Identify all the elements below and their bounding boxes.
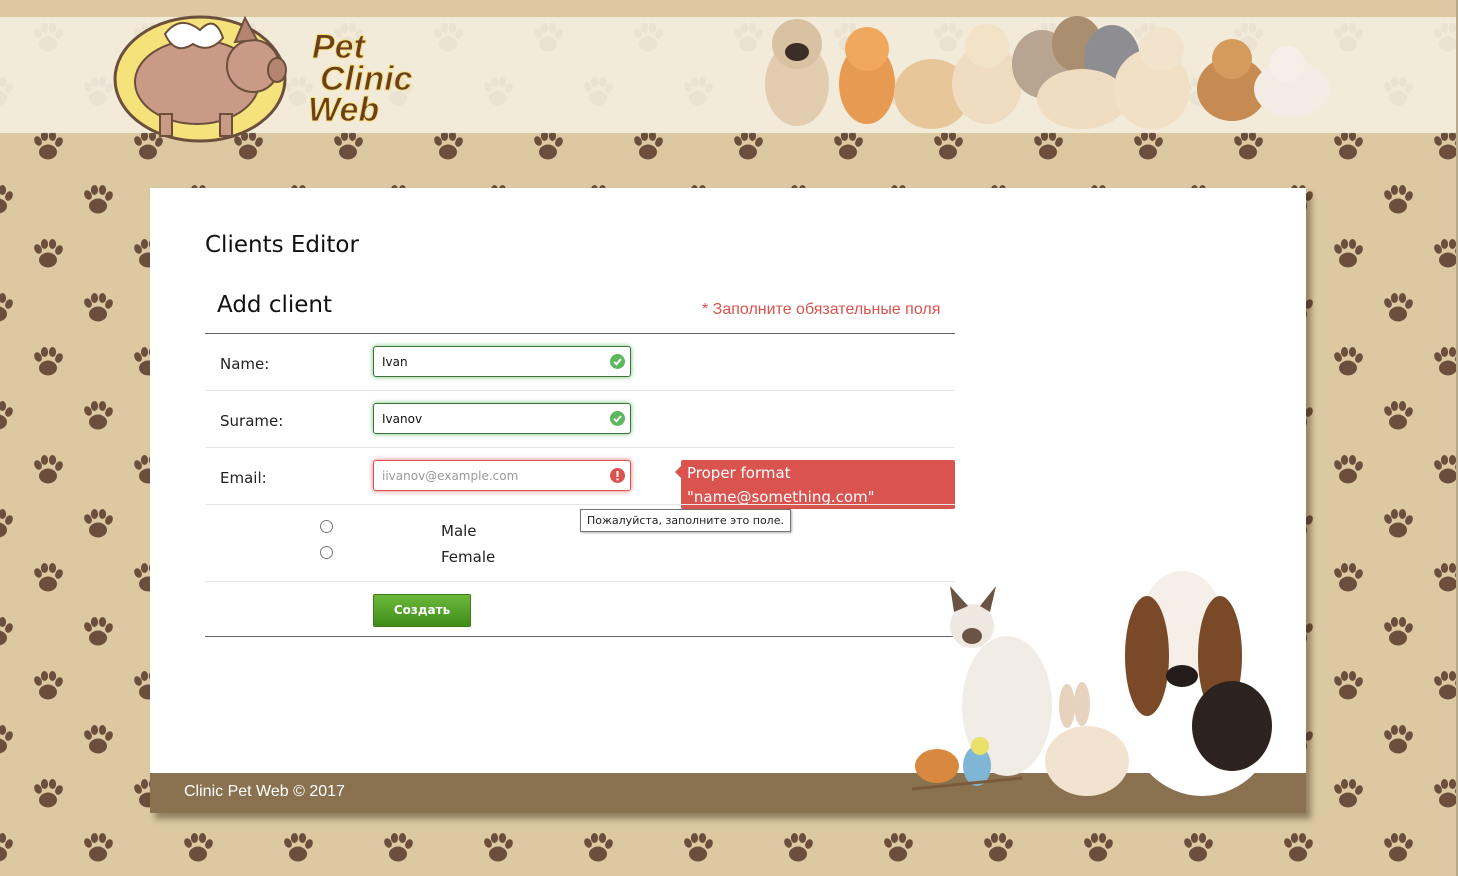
email-field-wrapper: [373, 460, 631, 491]
form-bottom-divider: [205, 636, 955, 637]
error-icon: [610, 468, 625, 483]
row-divider: [205, 390, 955, 391]
email-error-line-1: Proper format: [687, 464, 791, 482]
surname-field-wrapper: [373, 403, 631, 434]
pet-clinic-logo[interactable]: Pet Clinic Web: [105, 4, 435, 146]
email-error-message: Proper format "name@something.com": [675, 460, 955, 509]
surname-label: Surame:: [220, 412, 284, 430]
create-button[interactable]: Создать: [373, 594, 471, 627]
footer-copyright: Clinic Pet Web © 2017: [184, 783, 345, 800]
row-divider: [205, 447, 955, 448]
surname-input[interactable]: [374, 404, 610, 433]
female-label: Female: [441, 548, 496, 566]
corner-pets-image: [911, 571, 1277, 796]
page-title: Clients Editor: [205, 232, 359, 258]
form-title: Add client: [217, 292, 333, 318]
header-pets-image: [765, 16, 1330, 129]
required-fields-note: * Заполните обязательные поля: [702, 301, 941, 318]
check-icon: [610, 354, 625, 369]
email-error-line-2: "name@something.com": [687, 488, 875, 506]
logo-text-web: Web: [308, 91, 379, 129]
form-top-divider: [205, 333, 955, 334]
name-input[interactable]: [374, 347, 610, 376]
name-label: Name:: [220, 355, 270, 373]
female-radio[interactable]: [320, 546, 333, 559]
error-pointer: [675, 466, 681, 478]
male-radio[interactable]: [320, 520, 333, 533]
email-label: Email:: [220, 469, 267, 487]
row-divider: [205, 504, 955, 505]
name-field-wrapper: [373, 346, 631, 377]
check-icon: [610, 411, 625, 426]
required-field-tooltip: Пожалуйста, заполните это поле.: [580, 509, 791, 532]
content-card: Clients Editor Add client * Заполните об…: [150, 188, 1306, 813]
male-label: Male: [441, 522, 477, 540]
email-input[interactable]: [374, 461, 610, 490]
row-divider: [205, 581, 955, 582]
